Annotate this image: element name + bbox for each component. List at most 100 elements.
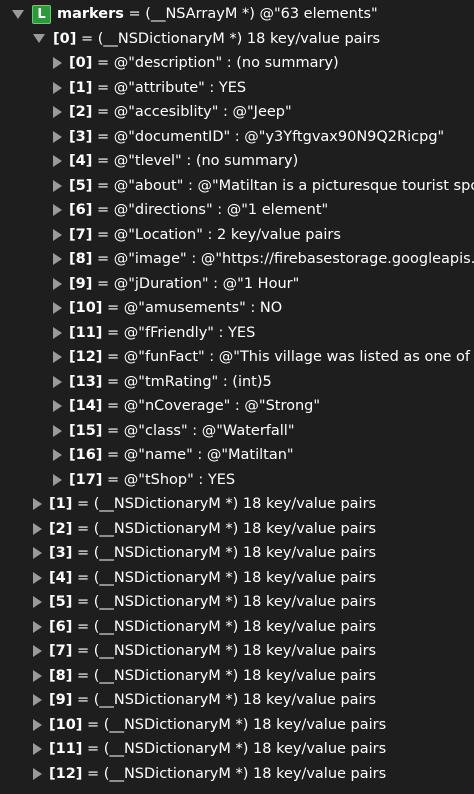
item-index: [12] bbox=[69, 349, 103, 365]
item-index: [3] bbox=[49, 545, 73, 561]
tree-row-key-value[interactable]: [9] = @"jDuration" : @"1 Hour" bbox=[0, 272, 474, 297]
disclosure-collapsed-icon[interactable] bbox=[53, 204, 62, 217]
item-summary: = (__NSDictionaryM *) 18 key/value pairs bbox=[72, 496, 377, 512]
disclosure-collapsed-icon[interactable] bbox=[53, 351, 62, 364]
disclosure-collapsed-icon[interactable] bbox=[33, 498, 42, 511]
item-summary: = @"image" : @"https://firebasestorage.g… bbox=[92, 251, 474, 267]
disclosure-expanded-icon[interactable] bbox=[33, 34, 45, 44]
tree-row-key-value[interactable]: [8] = @"image" : @"https://firebasestora… bbox=[0, 247, 474, 272]
tree-row-key-value[interactable]: [3] = @"documentID" : @"y3Yftgvax90N9Q2R… bbox=[0, 125, 474, 150]
disclosure-collapsed-icon[interactable] bbox=[53, 473, 62, 486]
item-index: [7] bbox=[69, 226, 93, 243]
item-index: [8] bbox=[69, 251, 93, 267]
item-summary: = @"amusements" : NO bbox=[102, 300, 283, 316]
disclosure-collapsed-icon[interactable] bbox=[33, 571, 42, 584]
tree-row-dictionary[interactable]: [7] = (__NSDictionaryM *) 18 key/value p… bbox=[0, 639, 474, 664]
tree-row-dictionary[interactable]: [9] = (__NSDictionaryM *) 18 key/value p… bbox=[0, 688, 474, 713]
item-summary: = @"tlevel" : (no summary) bbox=[92, 153, 299, 169]
tree-row-key-value[interactable]: [11] = @"fFriendly" : YES bbox=[0, 321, 474, 346]
disclosure-collapsed-icon[interactable] bbox=[33, 645, 42, 658]
item-summary: = @"fFriendly" : YES bbox=[102, 324, 256, 341]
disclosure-collapsed-icon[interactable] bbox=[53, 130, 62, 143]
tree-row-key-value[interactable]: [6] = @"directions" : @"1 element" bbox=[0, 198, 474, 223]
tree-row-key-value[interactable]: [7] = @"Location" : 2 key/value pairs bbox=[0, 223, 474, 248]
item-summary: = (__NSDictionaryM *) 18 key/value pairs bbox=[82, 716, 387, 733]
tree-row-key-value[interactable]: [10] = @"amusements" : NO bbox=[0, 296, 474, 321]
disclosure-collapsed-icon[interactable] bbox=[33, 694, 42, 707]
item-index: [5] bbox=[49, 594, 73, 610]
item-index: [4] bbox=[49, 569, 73, 586]
disclosure-collapsed-icon[interactable] bbox=[33, 522, 42, 535]
item-summary: = @"description" : (no summary) bbox=[92, 55, 339, 71]
tree-row-key-value[interactable]: [12] = @"funFact" : @"This village was l… bbox=[0, 345, 474, 370]
disclosure-collapsed-icon[interactable] bbox=[53, 253, 62, 266]
disclosure-collapsed-icon[interactable] bbox=[53, 57, 62, 70]
tree-row-dictionary[interactable]: [3] = (__NSDictionaryM *) 18 key/value p… bbox=[0, 541, 474, 566]
tree-row-dictionary[interactable]: [4] = (__NSDictionaryM *) 18 key/value p… bbox=[0, 566, 474, 591]
item-index: [14] bbox=[69, 398, 103, 414]
tree-row-markers[interactable]: L markers = (__NSArrayM *) @"63 elements… bbox=[0, 2, 474, 27]
item-index: [15] bbox=[69, 422, 103, 439]
item-index: [17] bbox=[69, 471, 103, 488]
tree-row-key-value[interactable]: [15] = @"class" : @"Waterfall" bbox=[0, 419, 474, 444]
item-summary: = (__NSDictionaryM *) 18 key/value pairs bbox=[72, 545, 377, 561]
disclosure-collapsed-icon[interactable] bbox=[53, 302, 62, 315]
tree-row-dictionary[interactable]: [11] = (__NSDictionaryM *) 18 key/value … bbox=[0, 737, 474, 762]
tree-row-key-value[interactable]: [4] = @"tlevel" : (no summary) bbox=[0, 149, 474, 174]
item-summary: = @"about" : @"Matiltan is a picturesque… bbox=[92, 177, 474, 194]
disclosure-collapsed-icon[interactable] bbox=[53, 449, 62, 462]
tree-row-dictionary[interactable]: [1] = (__NSDictionaryM *) 18 key/value p… bbox=[0, 492, 474, 517]
item-summary: = @"tmRating" : (int)5 bbox=[102, 373, 272, 390]
disclosure-collapsed-icon[interactable] bbox=[53, 277, 62, 290]
disclosure-collapsed-icon[interactable] bbox=[53, 326, 62, 339]
tree-row-key-value[interactable]: [16] = @"name" : @"Matiltan" bbox=[0, 443, 474, 468]
tree-row-dictionary[interactable]: [2] = (__NSDictionaryM *) 18 key/value p… bbox=[0, 517, 474, 542]
item-index: [0] bbox=[69, 55, 93, 71]
tree-row-dictionary[interactable]: [5] = (__NSDictionaryM *) 18 key/value p… bbox=[0, 590, 474, 615]
tree-row-key-value[interactable]: [17] = @"tShop" : YES bbox=[0, 468, 474, 493]
item-summary: = @"jDuration" : @"1 Hour" bbox=[92, 275, 300, 292]
disclosure-expanded-icon[interactable] bbox=[12, 9, 24, 19]
tree-row-dictionary[interactable]: [6] = (__NSDictionaryM *) 18 key/value p… bbox=[0, 615, 474, 640]
disclosure-collapsed-icon[interactable] bbox=[33, 669, 42, 682]
item-index: [2] bbox=[69, 104, 93, 120]
local-variable-badge-icon: L bbox=[32, 4, 51, 24]
item-summary: = (__NSDictionaryM *) 18 key/value pairs bbox=[72, 569, 377, 586]
disclosure-collapsed-icon[interactable] bbox=[53, 155, 62, 168]
disclosure-collapsed-icon[interactable] bbox=[53, 375, 62, 388]
item-summary: = @"class" : @"Waterfall" bbox=[102, 422, 295, 439]
item-summary: = (__NSDictionaryM *) 18 key/value pairs bbox=[82, 765, 387, 782]
item-summary: = @"directions" : @"1 element" bbox=[92, 202, 329, 218]
disclosure-collapsed-icon[interactable] bbox=[33, 596, 42, 609]
disclosure-collapsed-icon[interactable] bbox=[53, 106, 62, 119]
item-index: [6] bbox=[69, 202, 93, 218]
item-summary: = (__NSDictionaryM *) 18 key/value pairs bbox=[76, 30, 381, 47]
item-summary: = @"tShop" : YES bbox=[102, 471, 236, 488]
item-summary: = (__NSDictionaryM *) 18 key/value pairs bbox=[72, 692, 377, 708]
item-index: [4] bbox=[69, 153, 93, 169]
disclosure-collapsed-icon[interactable] bbox=[53, 424, 62, 437]
disclosure-collapsed-icon[interactable] bbox=[53, 228, 62, 241]
tree-row-key-value[interactable]: [14] = @"nCoverage" : @"Strong" bbox=[0, 394, 474, 419]
tree-row-key-value[interactable]: [1] = @"attribute" : YES bbox=[0, 76, 474, 101]
tree-row-item-0[interactable]: [0] = (__NSDictionaryM *) 18 key/value p… bbox=[0, 27, 474, 52]
disclosure-collapsed-icon[interactable] bbox=[33, 547, 42, 560]
tree-row-dictionary[interactable]: [10] = (__NSDictionaryM *) 18 key/value … bbox=[0, 713, 474, 738]
item-index: [11] bbox=[49, 741, 83, 757]
disclosure-collapsed-icon[interactable] bbox=[33, 743, 42, 756]
disclosure-collapsed-icon[interactable] bbox=[53, 179, 62, 192]
disclosure-collapsed-icon[interactable] bbox=[33, 620, 42, 633]
disclosure-collapsed-icon[interactable] bbox=[33, 767, 42, 780]
tree-row-key-value[interactable]: [2] = @"accesiblity" : @"Jeep" bbox=[0, 100, 474, 125]
variable-summary: = (__NSArrayM *) @"63 elements" bbox=[123, 6, 378, 22]
tree-row-dictionary[interactable]: [8] = (__NSDictionaryM *) 18 key/value p… bbox=[0, 664, 474, 689]
disclosure-collapsed-icon[interactable] bbox=[53, 400, 62, 413]
tree-row-key-value[interactable]: [0] = @"description" : (no summary) bbox=[0, 51, 474, 76]
tree-row-dictionary[interactable]: [12] = (__NSDictionaryM *) 18 key/value … bbox=[0, 762, 474, 787]
tree-row-key-value[interactable]: [5] = @"about" : @"Matiltan is a picture… bbox=[0, 174, 474, 199]
item-summary: = (__NSDictionaryM *) 18 key/value pairs bbox=[82, 741, 387, 757]
disclosure-collapsed-icon[interactable] bbox=[33, 718, 42, 731]
item-index: [10] bbox=[49, 716, 83, 733]
tree-row-key-value[interactable]: [13] = @"tmRating" : (int)5 bbox=[0, 370, 474, 395]
disclosure-collapsed-icon[interactable] bbox=[53, 81, 62, 94]
